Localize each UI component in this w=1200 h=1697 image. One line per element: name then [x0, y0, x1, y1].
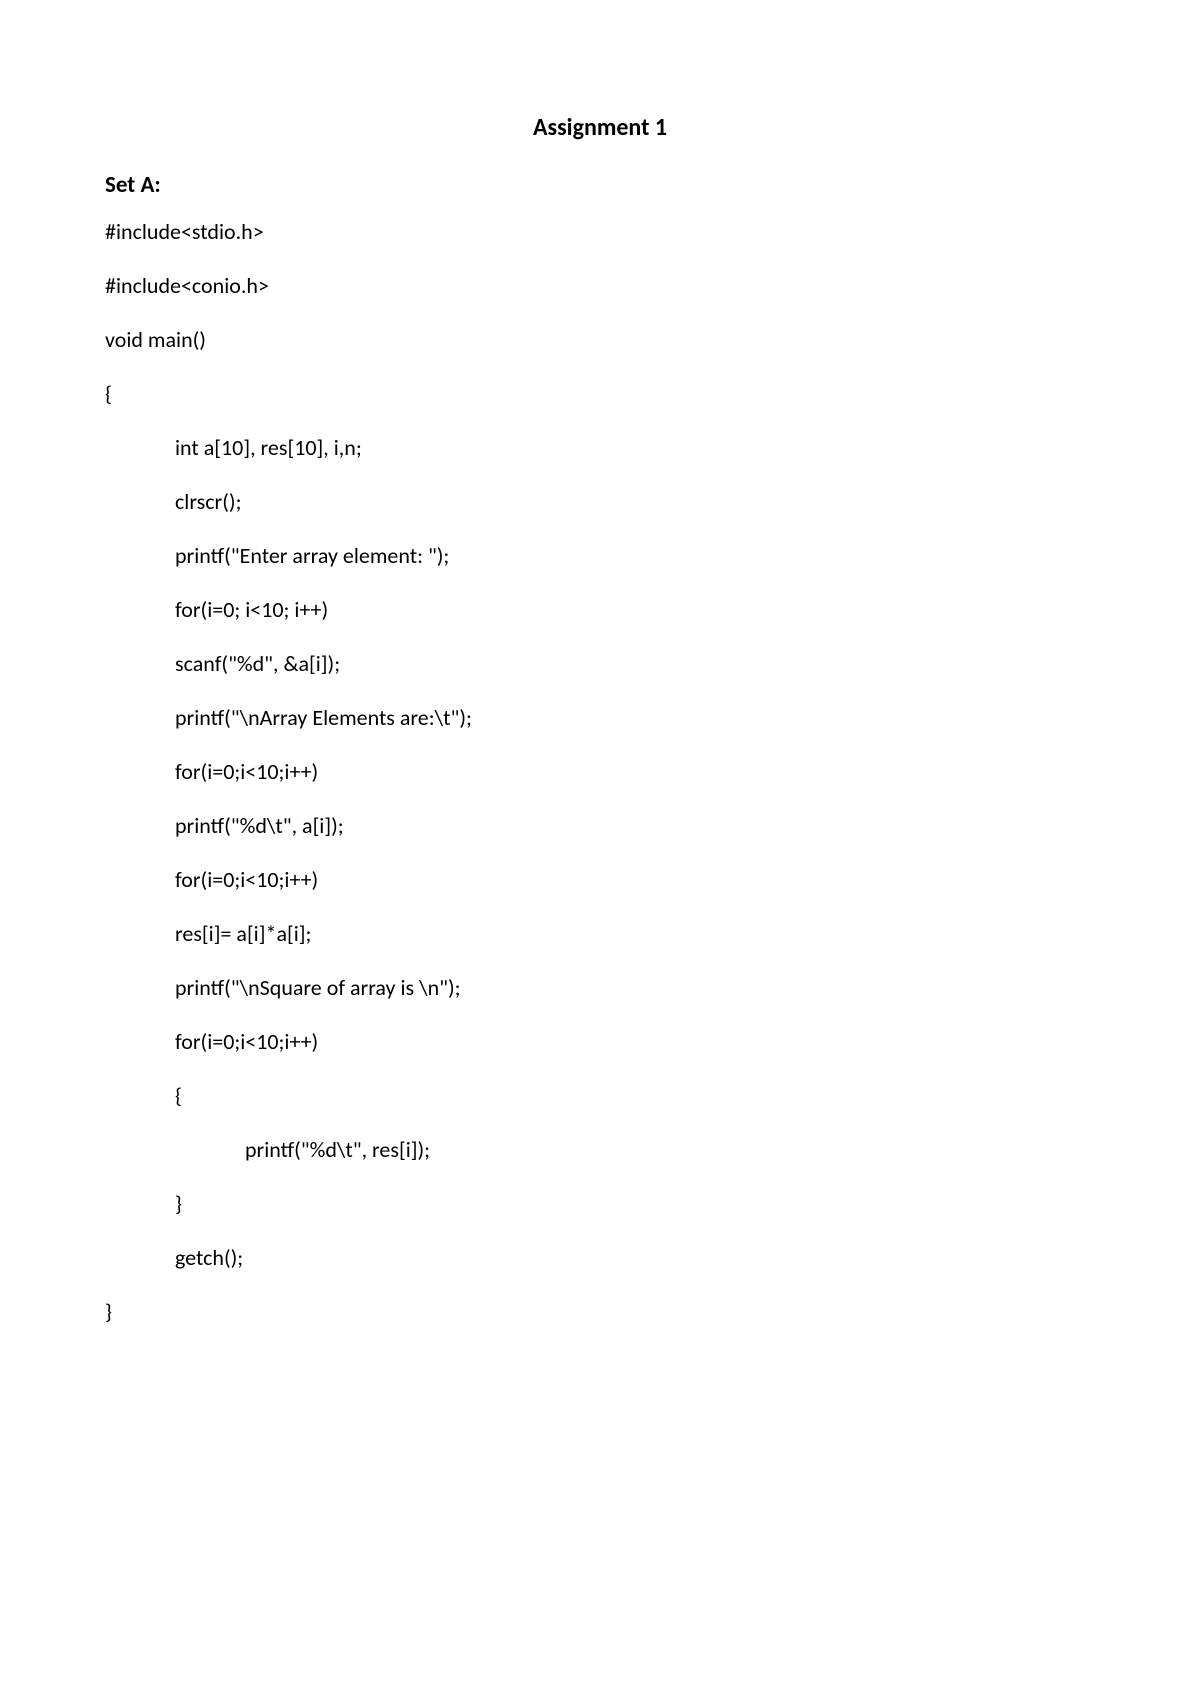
code-line: } — [105, 1295, 1095, 1328]
code-line: res[i]= a[i]*a[i]; — [105, 917, 1095, 950]
code-line: void main() — [105, 323, 1095, 356]
code-line: for(i=0;i<10;i++) — [105, 863, 1095, 896]
code-line: printf("%d\t", res[i]); — [105, 1133, 1095, 1166]
set-label: Set A: — [105, 168, 1095, 203]
code-line: int a[10], res[10], i,n; — [105, 431, 1095, 464]
code-line: getch(); — [105, 1241, 1095, 1274]
code-line: printf("\nArray Elements are:\t"); — [105, 701, 1095, 734]
code-line: for(i=0;i<10;i++) — [105, 1025, 1095, 1058]
code-line: clrscr(); — [105, 485, 1095, 518]
code-line: #include<stdio.h> — [105, 215, 1095, 248]
code-line: printf("\nSquare of array is \n"); — [105, 971, 1095, 1004]
code-line: printf("%d\t", a[i]); — [105, 809, 1095, 842]
code-line: printf("Enter array element: "); — [105, 539, 1095, 572]
code-line: scanf("%d", &a[i]); — [105, 647, 1095, 680]
code-line: for(i=0;i<10;i++) — [105, 755, 1095, 788]
code-line: { — [105, 377, 1095, 410]
document-title: Assignment 1 — [105, 110, 1095, 146]
code-line: #include<conio.h> — [105, 269, 1095, 302]
code-line: } — [105, 1187, 1095, 1220]
code-line: for(i=0; i<10; i++) — [105, 593, 1095, 626]
code-line: { — [105, 1079, 1095, 1112]
